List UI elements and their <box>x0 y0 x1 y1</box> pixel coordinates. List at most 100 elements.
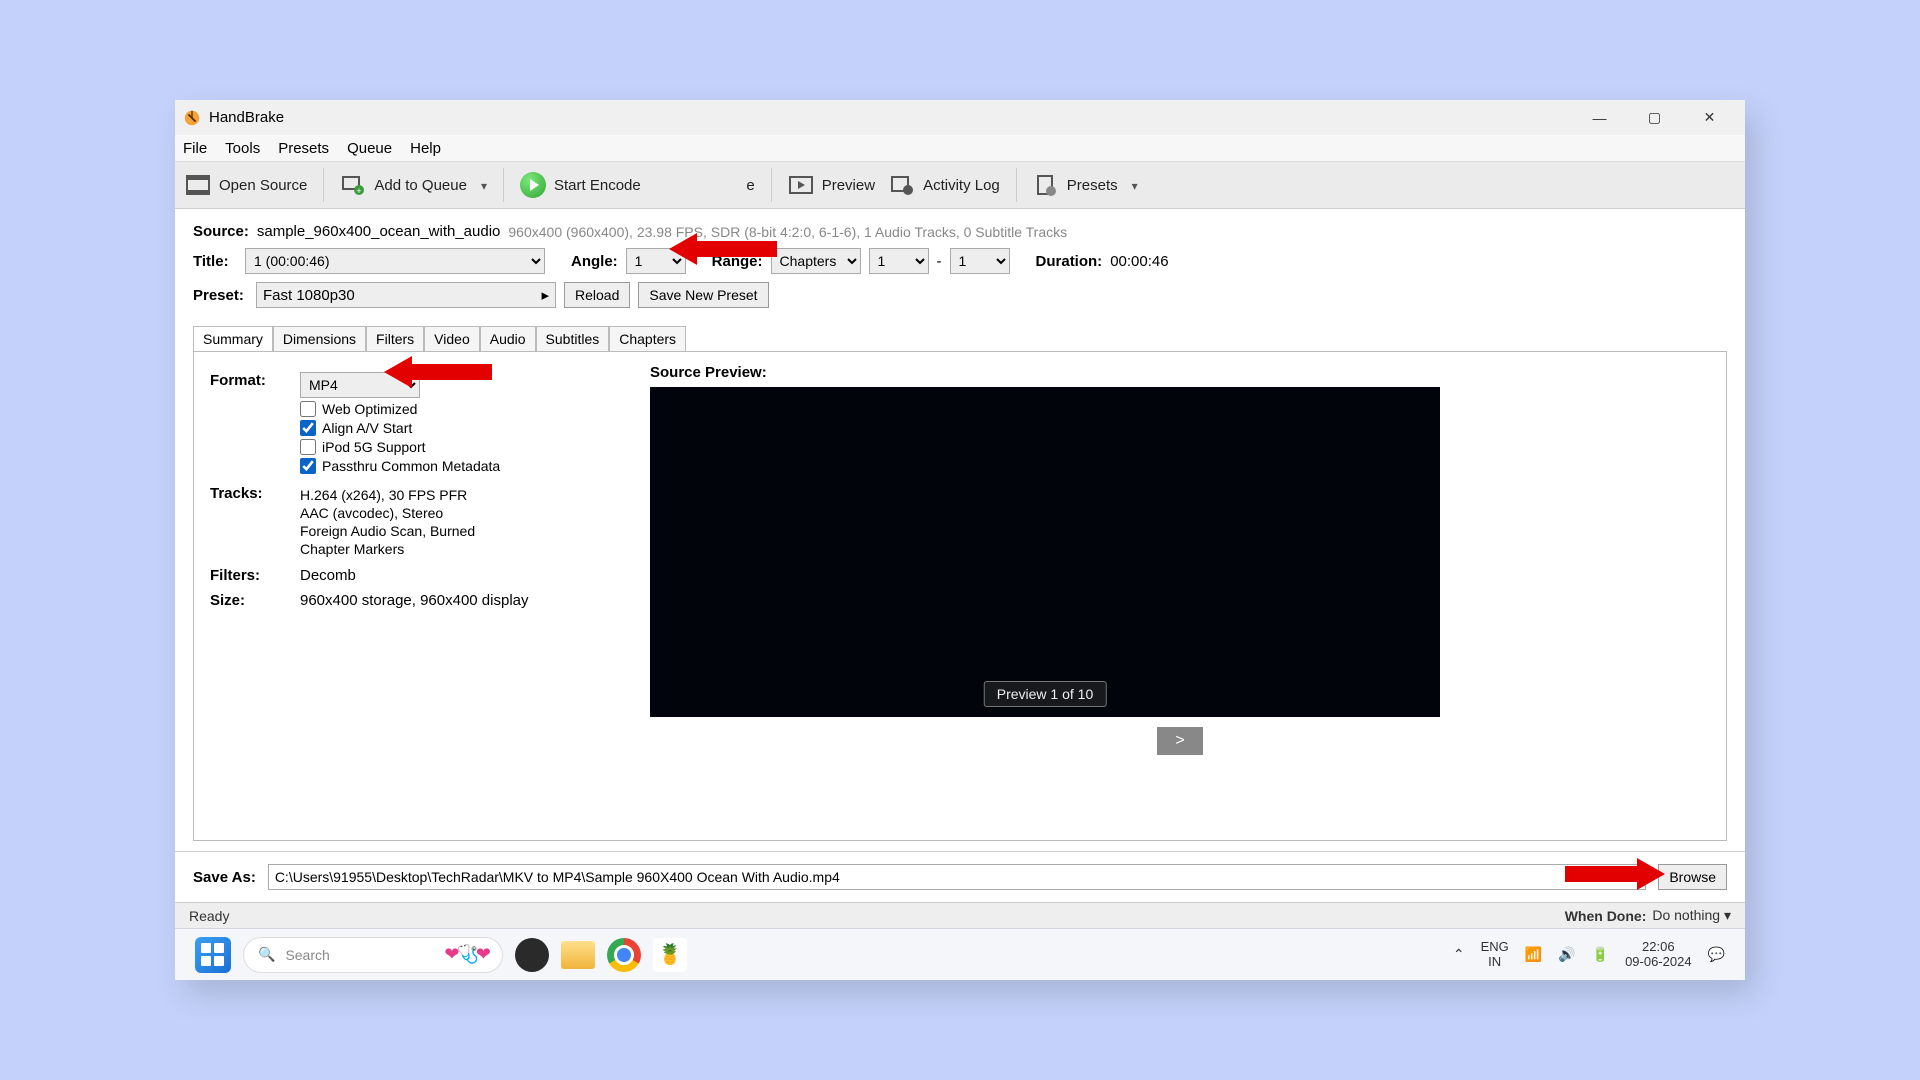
menu-presets[interactable]: Presets <box>278 140 329 157</box>
handbrake-window: HandBrake — ▢ ✕ File Tools Presets Queue… <box>175 100 1745 980</box>
tab-video[interactable]: Video <box>424 326 480 352</box>
format-label: Format: <box>210 372 300 389</box>
maximize-button[interactable]: ▢ <box>1627 100 1682 135</box>
menu-tools[interactable]: Tools <box>225 140 260 157</box>
format-select[interactable]: MP4 <box>300 372 420 398</box>
toolbar: Open Source + Add to Queue Start Encode … <box>175 161 1745 209</box>
save-new-preset-button[interactable]: Save New Preset <box>638 282 768 308</box>
taskbar-app-1[interactable] <box>515 938 549 972</box>
save-as-path-input[interactable] <box>268 864 1647 890</box>
tab-audio[interactable]: Audio <box>480 326 536 352</box>
range-from-select[interactable]: 1 <box>869 248 929 274</box>
size-label: Size: <box>210 592 300 609</box>
chevron-down-icon <box>1126 177 1138 194</box>
tab-subtitles[interactable]: Subtitles <box>536 326 610 352</box>
filters-value: Decomb <box>300 567 356 584</box>
titlebar: HandBrake — ▢ ✕ <box>175 100 1745 135</box>
battery-icon[interactable]: 🔋 <box>1592 946 1609 963</box>
start-button[interactable] <box>195 937 231 973</box>
size-value: 960x400 storage, 960x400 display <box>300 592 529 609</box>
tracks-list: H.264 (x264), 30 FPS PFR AAC (avcodec), … <box>300 485 475 559</box>
menu-help[interactable]: Help <box>410 140 441 157</box>
preview-count-badge: Preview 1 of 10 <box>984 681 1107 707</box>
reload-button[interactable]: Reload <box>564 282 630 308</box>
tab-panel-summary: Format: MP4 Web Optimized Align A/V Star… <box>193 351 1727 841</box>
queue-add-icon: + <box>340 172 366 198</box>
film-icon <box>185 172 211 198</box>
search-icon: 🔍 <box>258 946 275 963</box>
taskbar-search[interactable]: 🔍 Search ❤🩺❤ <box>243 937 503 973</box>
status-ready: Ready <box>189 908 229 924</box>
angle-select[interactable]: 1 <box>626 248 686 274</box>
minimize-button[interactable]: — <box>1572 100 1627 135</box>
wifi-icon[interactable]: 📶 <box>1525 946 1542 963</box>
tab-filters[interactable]: Filters <box>366 326 424 352</box>
source-preview-label: Source Preview: <box>650 364 1710 381</box>
preview-icon <box>788 172 814 198</box>
preset-select[interactable]: Fast 1080p30 ▸ <box>256 282 556 308</box>
source-preview-image: Preview 1 of 10 <box>650 387 1440 717</box>
tab-strip: Summary Dimensions Filters Video Audio S… <box>193 326 1727 351</box>
tab-summary[interactable]: Summary <box>193 326 273 352</box>
tracks-label: Tracks: <box>210 485 300 502</box>
svg-text:+: + <box>357 186 362 195</box>
range-to-select[interactable]: 1 <box>950 248 1010 274</box>
activity-log-button[interactable]: Activity Log <box>889 172 1000 198</box>
preview-button[interactable]: Preview <box>788 172 875 198</box>
start-encode-button[interactable]: Start Encode <box>520 172 641 198</box>
angle-label: Angle: <box>571 253 618 270</box>
preview-next-button[interactable]: > <box>1157 727 1203 755</box>
content-area: Source: sample_960x400_ocean_with_audio … <box>175 209 1745 851</box>
ipod-5g-support-checkbox[interactable]: iPod 5G Support <box>300 439 500 455</box>
open-source-button[interactable]: Open Source <box>185 172 307 198</box>
source-name: sample_960x400_ocean_with_audio <box>257 223 501 240</box>
when-done-select[interactable]: Do nothing ▾ <box>1652 907 1731 924</box>
play-icon <box>520 172 546 198</box>
taskbar-file-explorer[interactable] <box>561 941 595 969</box>
title-label: Title: <box>193 253 237 270</box>
range-type-select[interactable]: Chapters <box>771 248 861 274</box>
activity-icon <box>889 172 915 198</box>
taskbar-handbrake[interactable]: 🍍 <box>653 938 687 972</box>
app-title: HandBrake <box>209 109 284 126</box>
range-label: Range: <box>712 253 763 270</box>
tab-dimensions[interactable]: Dimensions <box>273 326 366 352</box>
menu-queue[interactable]: Queue <box>347 140 392 157</box>
browse-button[interactable]: Browse <box>1658 864 1727 890</box>
tray-chevron-up-icon[interactable]: ⌃ <box>1453 946 1465 963</box>
tray-language[interactable]: ENGIN <box>1481 940 1509 969</box>
filters-label: Filters: <box>210 567 300 584</box>
taskbar-chrome[interactable] <box>607 938 641 972</box>
chevron-down-icon <box>475 177 487 194</box>
menubar: File Tools Presets Queue Help <box>175 135 1745 161</box>
status-bar: Ready When Done: Do nothing ▾ <box>175 902 1745 928</box>
hearts-icon: ❤🩺❤ <box>444 944 488 965</box>
tray-clock[interactable]: 22:0609-06-2024 <box>1625 940 1692 969</box>
separator <box>771 168 772 202</box>
web-optimized-checkbox[interactable]: Web Optimized <box>300 401 500 417</box>
duration-label: Duration: <box>1036 253 1103 270</box>
notifications-icon[interactable]: 💬 <box>1708 946 1725 963</box>
add-to-queue-button[interactable]: + Add to Queue <box>340 172 487 198</box>
presets-button[interactable]: Presets <box>1033 172 1138 198</box>
close-button[interactable]: ✕ <box>1682 100 1737 135</box>
title-select[interactable]: 1 (00:00:46) <box>245 248 545 274</box>
source-label: Source: <box>193 223 249 240</box>
preset-label: Preset: <box>193 287 248 304</box>
volume-icon[interactable]: 🔊 <box>1558 946 1575 963</box>
tab-chapters[interactable]: Chapters <box>609 326 686 352</box>
align-av-start-checkbox[interactable]: Align A/V Start <box>300 420 500 436</box>
duration-value: 00:00:46 <box>1110 253 1168 270</box>
source-details: 960x400 (960x400), 23.98 FPS, SDR (8-bit… <box>508 224 1067 240</box>
menu-file[interactable]: File <box>183 140 207 157</box>
separator <box>323 168 324 202</box>
handbrake-icon <box>183 109 201 127</box>
chevron-right-icon: ▸ <box>541 286 549 304</box>
when-done-label: When Done: <box>1565 908 1647 924</box>
separator <box>1016 168 1017 202</box>
range-dash: - <box>937 253 942 270</box>
passthru-metadata-checkbox[interactable]: Passthru Common Metadata <box>300 458 500 474</box>
presets-icon <box>1033 172 1059 198</box>
windows-taskbar: 🔍 Search ❤🩺❤ 🍍 ⌃ ENGIN 📶 🔊 🔋 22:0609-06-… <box>175 928 1745 980</box>
save-as-row: Save As: Browse <box>175 851 1745 902</box>
